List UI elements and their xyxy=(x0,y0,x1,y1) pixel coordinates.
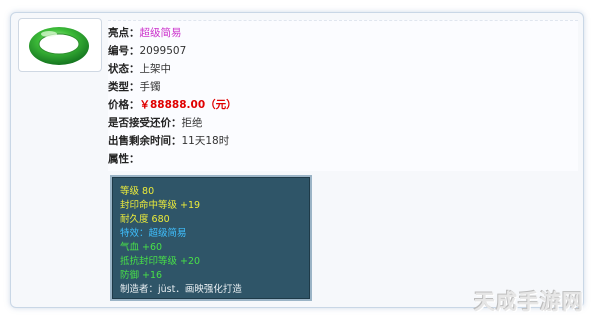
counter-offer-value: 拒绝 xyxy=(181,117,203,129)
highlight-link[interactable]: 超级简易 xyxy=(140,27,182,39)
price-label: 价格： xyxy=(108,99,140,111)
price-row: 价格：￥88888.00（元） xyxy=(108,97,237,112)
status-value: 上架中 xyxy=(139,63,172,75)
type-row: 类型：手镯 xyxy=(108,79,161,94)
attributes-tooltip: 等级 80 封印命中等级 +19 耐久度 680 特效：超级简易 气血 +60 … xyxy=(110,175,312,301)
id-label: 编号： xyxy=(108,45,140,57)
counter-offer-label: 是否接受还价： xyxy=(108,117,182,129)
id-row: 编号：2099507 xyxy=(108,43,186,58)
status-row: 状态：上架中 xyxy=(108,61,171,76)
attributes-label: 属性： xyxy=(108,153,140,165)
item-thumbnail xyxy=(18,18,102,72)
stat-line: 封印命中等级 +19 xyxy=(120,200,201,211)
stat-line: 气血 +60 xyxy=(120,242,163,253)
highlight-row: 亮点：超级简易 xyxy=(108,25,182,40)
stat-line: 制造者：jüst．画映强化打造 xyxy=(120,284,242,295)
type-value: 手镯 xyxy=(139,81,161,93)
status-label: 状态： xyxy=(108,63,140,75)
counter-offer-row: 是否接受还价：拒绝 xyxy=(108,115,203,130)
jade-bracelet-icon xyxy=(29,27,89,65)
remaining-time-label: 出售剩余时间： xyxy=(108,135,182,147)
stat-line: 特效：超级简易 xyxy=(120,228,187,239)
item-info-panel: 亮点：超级简易 编号：2099507 状态：上架中 类型：手镯 价格：￥8888… xyxy=(108,20,578,171)
remaining-time-value: 11天18时 xyxy=(181,135,230,147)
id-value: 2099507 xyxy=(139,45,187,57)
site-watermark: 天成手游网 xyxy=(474,290,584,314)
stat-line: 抵抗封印等级 +20 xyxy=(120,256,201,267)
stat-line: 等级 80 xyxy=(120,186,155,197)
stat-line: 耐久度 680 xyxy=(120,214,170,225)
remaining-time-row: 出售剩余时间：11天18时 xyxy=(108,133,229,148)
highlight-label: 亮点： xyxy=(108,27,140,39)
type-label: 类型： xyxy=(108,81,140,93)
stat-line: 防御 +16 xyxy=(120,270,163,281)
price-value: ￥88888.00（元） xyxy=(139,99,237,111)
attributes-row: 属性： xyxy=(108,151,140,166)
